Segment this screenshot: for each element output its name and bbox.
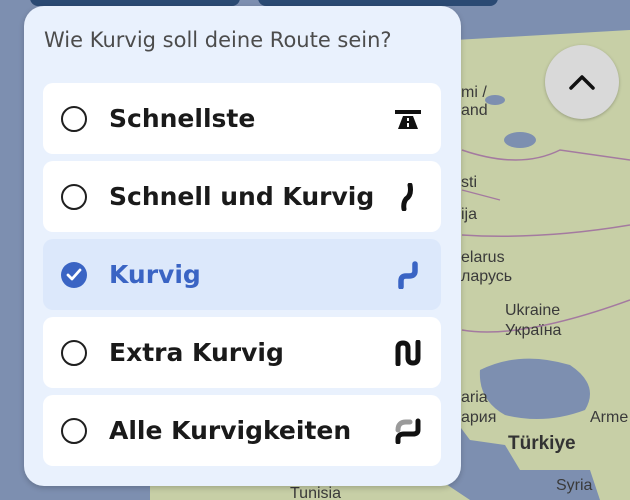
radio-button[interactable] [61, 183, 87, 210]
highway-icon [393, 104, 423, 134]
radio-button-checked[interactable] [61, 261, 87, 288]
option-schnell-und-kurvig[interactable]: Schnell und Kurvig [43, 161, 441, 232]
map-label: and [461, 102, 488, 119]
option-label: Extra Kurvig [109, 338, 284, 367]
option-alle-kurvigkeiten[interactable]: Alle Kurvigkeiten [43, 395, 441, 466]
radio-button[interactable] [61, 339, 87, 366]
map-label: elarus [461, 249, 505, 266]
map-label: mi / [461, 84, 487, 101]
map-label: Syria [556, 477, 593, 494]
route-curviness-panel: Wie Kurvig soll deine Route sein? Schnel… [24, 6, 461, 486]
map-label: aria [461, 389, 488, 406]
option-label: Schnellste [109, 104, 256, 133]
chevron-up-icon [569, 75, 595, 90]
map-label: Україна [505, 322, 562, 339]
option-label: Schnell und Kurvig [109, 182, 375, 211]
option-extra-kurvig[interactable]: Extra Kurvig [43, 317, 441, 388]
map-label: sti [461, 174, 477, 191]
map-label: ларусь [461, 268, 513, 285]
option-label: Alle Kurvigkeiten [109, 416, 352, 445]
panel-title: Wie Kurvig soll deine Route sein? [44, 28, 392, 52]
extra-curvy-icon [393, 338, 423, 368]
collapse-button[interactable] [545, 45, 619, 119]
all-curves-icon [393, 416, 423, 446]
checkmark-icon [66, 268, 82, 280]
option-schnellste[interactable]: Schnellste [43, 83, 441, 154]
radio-button[interactable] [61, 417, 87, 444]
slight-curve-icon [393, 182, 423, 212]
option-kurvig[interactable]: Kurvig [43, 239, 441, 310]
map-label: Türkiye [508, 433, 576, 454]
map-label: Tunisia [290, 485, 341, 500]
curvy-road-icon [393, 260, 423, 290]
map-label: Arme [590, 409, 629, 426]
option-label: Kurvig [109, 260, 201, 289]
map-label: ija [461, 206, 478, 223]
map-label: ария [461, 409, 497, 426]
map-label: Ukraine [505, 302, 561, 319]
radio-button[interactable] [61, 105, 87, 132]
